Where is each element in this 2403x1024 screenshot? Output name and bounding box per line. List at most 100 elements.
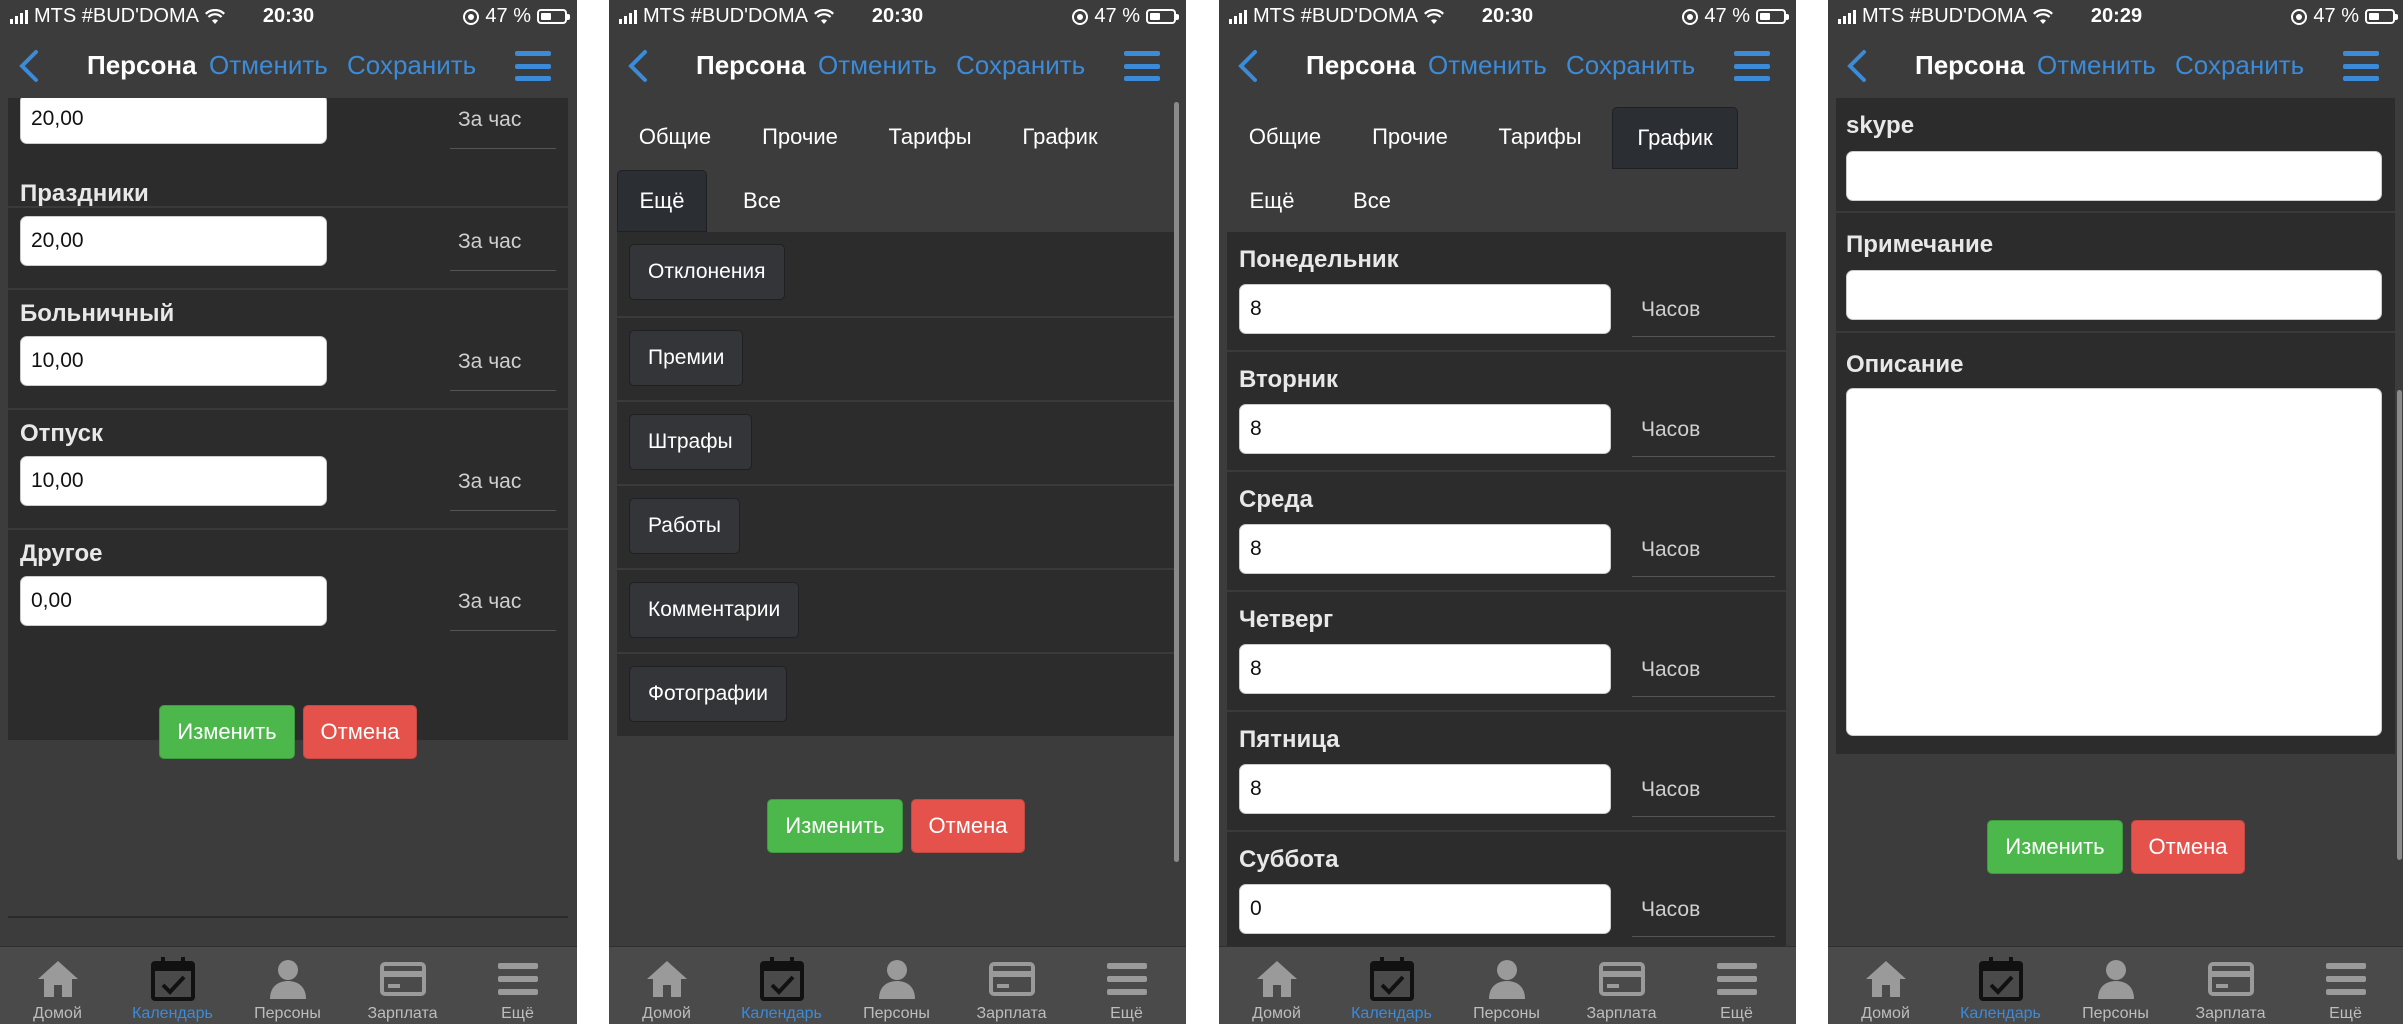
deviations-button[interactable]: Отклонения [629,244,785,300]
photos-button[interactable]: Фотографии [629,666,788,722]
divider [1632,576,1775,577]
tab-home[interactable]: Домой [0,947,115,1024]
nav-cancel-link[interactable]: Отменить [209,50,328,81]
hamburger-menu-icon[interactable] [1734,51,1770,81]
field-label: Вторник [1239,366,1339,393]
tab-more[interactable]: Ещё [460,947,575,1024]
note-input[interactable] [1846,270,2382,320]
tab-calendar[interactable]: Календарь [1334,947,1449,1024]
unit-label: За час [458,470,522,493]
tab-label: Персоны [2082,1005,2149,1022]
tab-persons[interactable]: Персоны [230,947,345,1024]
bonuses-button[interactable]: Премии [629,330,744,386]
cancel-button[interactable]: Отмена [303,705,417,759]
orientation-lock-icon [463,8,480,25]
rate-input[interactable]: 20,00 [20,98,327,144]
tab-calendar[interactable]: Календарь [115,947,230,1024]
tab-salary[interactable]: Зарплата [954,947,1069,1024]
tab-salary[interactable]: Зарплата [2173,947,2288,1024]
back-chevron-icon[interactable] [623,49,653,83]
tab-all[interactable]: Все [1327,170,1417,232]
tab-other[interactable]: Прочие [745,108,855,166]
thursday-input[interactable]: 8 [1239,644,1611,694]
vacation-input[interactable]: 10,00 [20,456,327,506]
tab-bar: Домой Календарь Персоны Зарплата Ещё [1219,946,1796,1024]
change-button[interactable]: Изменить [159,705,295,759]
home-icon [1866,961,1906,997]
skype-field: skype [1836,98,2395,213]
tab-more-active[interactable]: Ещё [617,170,707,232]
tab-tariffs[interactable]: Тарифы [1485,108,1595,166]
tab-salary[interactable]: Зарплата [1564,947,1679,1024]
battery-percent: 47 % [1094,5,1140,27]
fines-button[interactable]: Штрафы [629,414,752,470]
tab-label: Календарь [1351,1005,1432,1022]
hamburger-menu-icon[interactable] [515,51,551,81]
nav-cancel-link[interactable]: Отменить [2037,50,2156,81]
tab-schedule[interactable]: График [1005,108,1115,166]
tab-tariffs[interactable]: Тарифы [875,108,985,166]
hamburger-menu-icon[interactable] [2343,51,2379,81]
nav-save-link[interactable]: Сохранить [1566,50,1695,81]
hamburger-menu-icon[interactable] [1124,51,1160,81]
divider [1632,336,1775,337]
nav-save-link[interactable]: Сохранить [347,50,476,81]
tab-general[interactable]: Общие [625,108,725,166]
form-content: Общие Прочие Тарифы График Ещё Все Понед… [1219,98,1796,946]
other-input[interactable]: 0,00 [20,576,327,626]
battery-percent: 47 % [2313,5,2359,27]
description-textarea[interactable] [1846,388,2382,736]
works-button[interactable]: Работы [629,498,740,554]
monday-input[interactable]: 8 [1239,284,1611,334]
scrollbar[interactable] [2397,390,2402,860]
tab-salary[interactable]: Зарплата [345,947,460,1024]
tab-persons[interactable]: Персоны [2058,947,2173,1024]
tab-schedule-active[interactable]: График [1612,107,1738,169]
wednesday-input[interactable]: 8 [1239,524,1611,574]
back-chevron-icon[interactable] [14,49,44,83]
change-button[interactable]: Изменить [1987,820,2123,874]
tab-home[interactable]: Домой [609,947,724,1024]
page-title: Персона [696,50,806,80]
tab-more[interactable]: Ещё [2288,947,2403,1024]
tab-calendar[interactable]: Календарь [1943,947,2058,1024]
tab-persons[interactable]: Персоны [1449,947,1564,1024]
scrollbar[interactable] [1174,102,1179,862]
info-panel: skype Примечание Описание [1836,98,2395,754]
tab-more[interactable]: Ещё [1069,947,1184,1024]
tab-all[interactable]: Все [717,170,807,232]
nav-cancel-link[interactable]: Отменить [818,50,937,81]
tab-home[interactable]: Домой [1219,947,1334,1024]
tab-more[interactable]: Ещё [1679,947,1794,1024]
tab-calendar[interactable]: Календарь [724,947,839,1024]
change-button[interactable]: Изменить [767,799,903,853]
nav-save-link[interactable]: Сохранить [956,50,1085,81]
tab-persons[interactable]: Персоны [839,947,954,1024]
tab-label: Зарплата [1586,1005,1657,1022]
nav-bar: Персона Отменить Сохранить [1828,33,2403,98]
field-label: Четверг [1239,606,1334,633]
skype-input[interactable] [1846,151,2382,201]
comments-button[interactable]: Комментарии [629,582,800,638]
sick-input[interactable]: 10,00 [20,336,327,386]
saturday-input[interactable]: 0 [1239,884,1611,934]
tuesday-input[interactable]: 8 [1239,404,1611,454]
divider [450,630,556,631]
calendar-icon [760,957,804,1001]
holidays-input[interactable]: 20,00 [20,216,327,266]
tab-general[interactable]: Общие [1235,108,1335,166]
tab-home[interactable]: Домой [1828,947,1943,1024]
nav-cancel-link[interactable]: Отменить [1428,50,1547,81]
friday-input[interactable]: 8 [1239,764,1611,814]
person-icon [1489,960,1525,999]
cancel-button[interactable]: Отмена [911,799,1025,853]
tab-label: Персоны [863,1005,930,1022]
cancel-button[interactable]: Отмена [2131,820,2245,874]
tab-more[interactable]: Ещё [1227,170,1317,232]
tariff-field-holidays: Праздники 20,00 За час [8,170,568,290]
back-chevron-icon[interactable] [1842,49,1872,83]
back-chevron-icon[interactable] [1233,49,1263,83]
divider [1632,816,1775,817]
tab-other[interactable]: Прочие [1355,108,1465,166]
nav-save-link[interactable]: Сохранить [2175,50,2304,81]
